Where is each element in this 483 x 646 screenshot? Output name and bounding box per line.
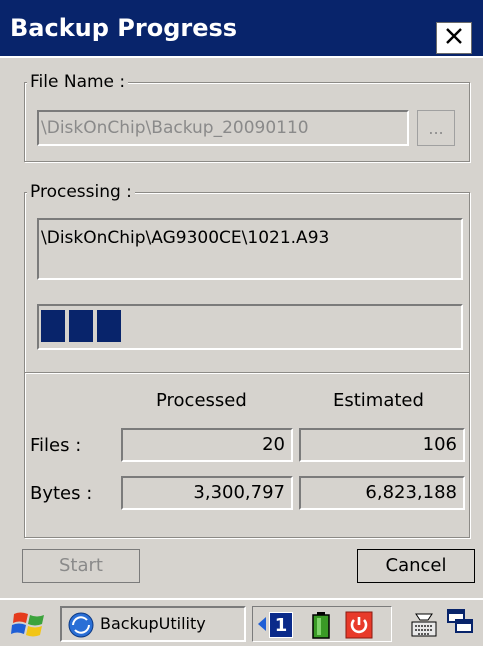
bytes-estimated-field: 6,823,188 [299,476,465,510]
file-name-label: File Name : [27,72,129,92]
tray-number-badge[interactable]: 1 [269,612,293,638]
file-path-field: \DiskOnChip\Backup_20090110 [37,110,409,146]
title-bar: Backup Progress [0,0,483,58]
arrow-left-icon[interactable] [257,616,267,636]
close-icon [445,26,463,51]
keyboard-icon[interactable] [410,608,438,642]
window-title: Backup Progress [10,14,238,42]
taskbar-backup-utility[interactable]: BackupUtility [60,606,246,642]
estimated-column-header: Estimated [333,390,424,411]
backup-progress-window: Backup Progress File Name : \DiskOnChip\… [0,0,483,646]
files-estimated-field: 106 [299,428,465,462]
backup-utility-icon [68,612,94,646]
start-button[interactable]: Start [22,549,140,583]
processed-column-header: Processed [156,390,247,411]
files-label: Files : [30,435,82,456]
bytes-label: Bytes : [30,483,93,504]
current-file-value: \DiskOnChip\AG9300CE\1021.A93 [41,228,330,248]
browse-button[interactable]: ... [417,110,455,146]
close-button[interactable] [436,22,472,54]
cancel-button[interactable]: Cancel [357,549,475,583]
battery-icon[interactable] [311,611,331,643]
windows-switch-icon[interactable] [446,608,474,640]
processing-label: Processing : [27,182,135,202]
progress-block [97,310,121,342]
system-tray: 1 [252,606,392,642]
file-path-value: \DiskOnChip\Backup_20090110 [41,118,309,138]
power-icon[interactable] [345,611,373,643]
bytes-processed-field: 3,300,797 [121,476,293,510]
windows-flag-icon[interactable] [10,608,50,644]
progress-block [41,310,65,342]
taskbar-label: BackupUtility [100,614,206,633]
current-file-field: \DiskOnChip\AG9300CE\1021.A93 [37,218,463,280]
stats-divider [25,372,469,374]
browse-label: ... [428,118,444,138]
files-processed-field: 20 [121,428,293,462]
progress-block [69,310,93,342]
taskbar: BackupUtility 1 [0,598,483,646]
